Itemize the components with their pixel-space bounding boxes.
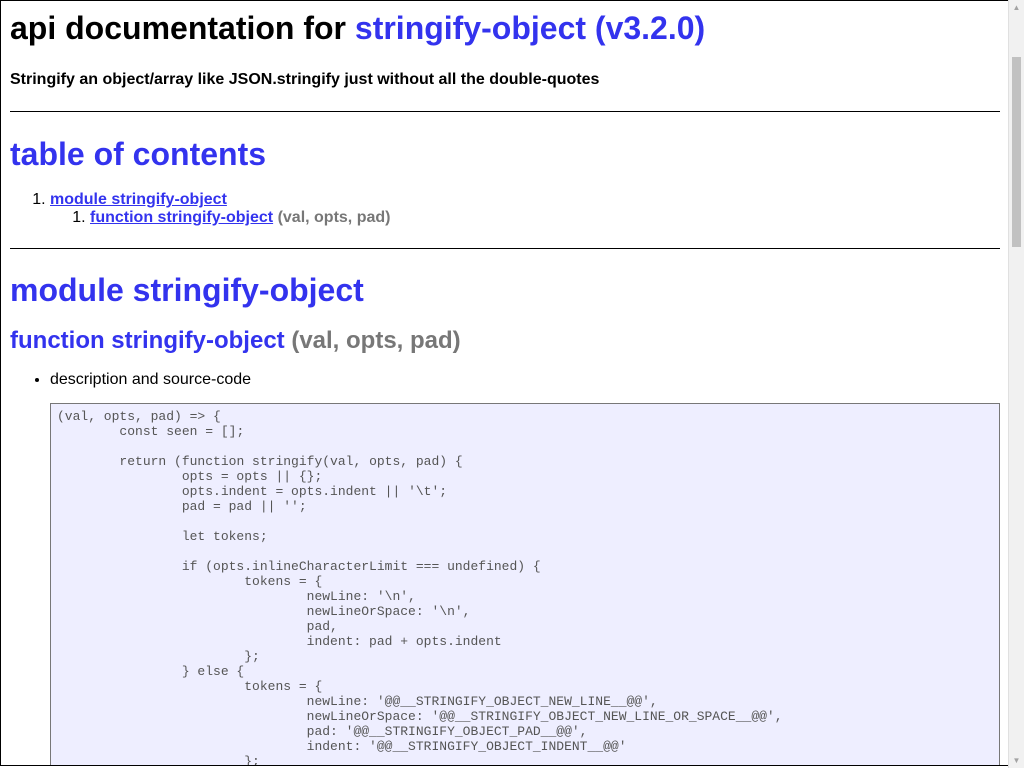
source-code-block: (val, opts, pad) => { const seen = []; r… <box>50 403 1000 765</box>
toc-module-link[interactable]: module stringify-object <box>50 191 227 208</box>
divider <box>10 111 1000 112</box>
module-heading: module stringify-object <box>10 272 364 308</box>
divider <box>10 248 1000 249</box>
toc-list: module stringify-object function stringi… <box>10 191 1000 227</box>
title-prefix: api documentation for <box>10 10 346 46</box>
package-link[interactable]: stringify-object (v3.2.0) <box>355 10 705 46</box>
toc-sublist: function stringify-object (val, opts, pa… <box>50 209 1000 227</box>
description-item: description and source-code <box>50 371 1000 389</box>
page-content: api documentation for stringify-object (… <box>1 8 1000 765</box>
toc-function-signature: (val, opts, pad) <box>277 209 391 226</box>
toc-item-function: function stringify-object (val, opts, pa… <box>90 209 1000 227</box>
function-heading: function stringify-object (val, opts, pa… <box>10 326 1000 356</box>
toc-heading: table of contents <box>10 136 267 172</box>
vertical-scrollbar[interactable]: ▲ ▼ <box>1008 0 1024 768</box>
scroll-down-arrow-icon[interactable]: ▼ <box>1009 753 1024 768</box>
function-signature: (val, opts, pad) <box>291 327 461 354</box>
page-frame: api documentation for stringify-object (… <box>0 0 1008 766</box>
function-link[interactable]: function stringify-object <box>10 327 285 354</box>
scroll-thumb[interactable] <box>1012 57 1021 247</box>
description-list: description and source-code <box>10 371 1000 389</box>
toc-function-link[interactable]: function stringify-object <box>90 209 273 226</box>
toc-item-module: module stringify-object function stringi… <box>50 191 1000 227</box>
scroll-up-arrow-icon[interactable]: ▲ <box>1009 0 1024 15</box>
package-description: Stringify an object/array like JSON.stri… <box>10 71 600 88</box>
page-title: api documentation for stringify-object (… <box>10 8 1000 48</box>
